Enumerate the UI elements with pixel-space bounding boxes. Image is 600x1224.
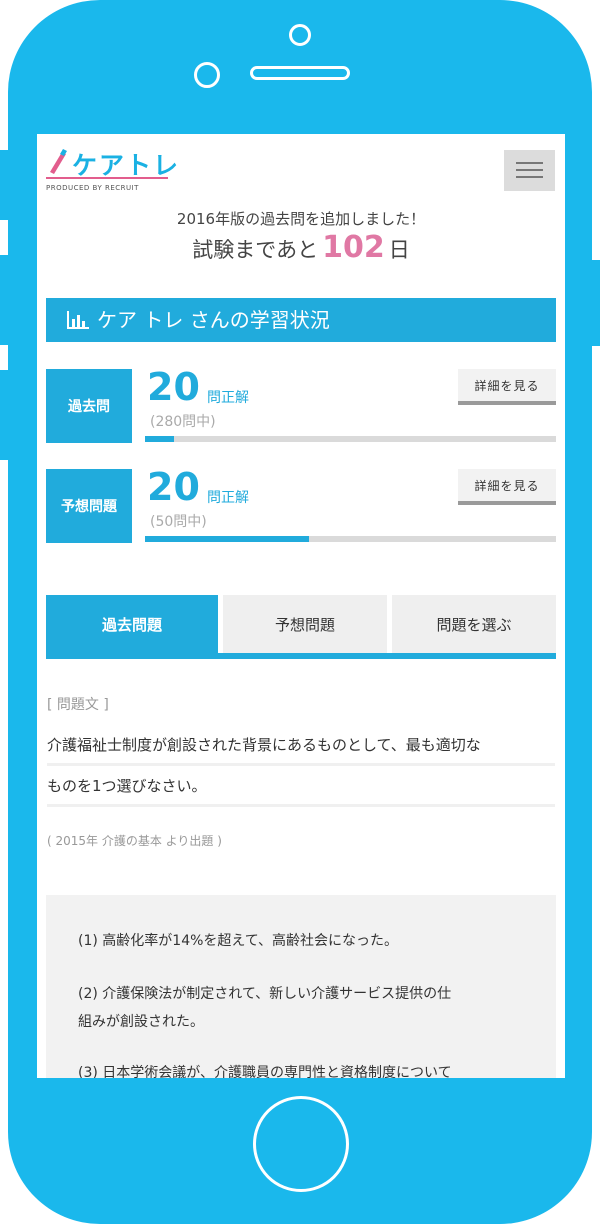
question-text-line: 介護福祉士制度が創設された背景にあるものとして、最も適切な — [47, 736, 481, 754]
learning-status-title: ケア トレ さんの学習状況 — [97, 308, 330, 332]
progress-track — [145, 436, 556, 442]
total-questions: (50問中) — [150, 514, 207, 530]
correct-unit: 問正解 — [207, 490, 249, 506]
home-button[interactable] — [253, 1096, 349, 1192]
choice-item[interactable]: (1) 高齢化率が14%を超えて、高齢社会になった。 — [78, 927, 528, 955]
side-button-middle — [0, 255, 10, 345]
tab-past-questions[interactable]: 過去問題 — [46, 595, 218, 653]
bar-chart-icon — [67, 311, 89, 329]
menu-line-icon — [516, 169, 543, 171]
choice-text-line: (1) 高齢化率が14%を超えて、高齢社会になった。 — [78, 933, 398, 949]
phone-screen: ケアトレ PRODUCED BY RECRUIT 2016年版の過去問を追加しま… — [37, 134, 565, 1078]
question-source: ( 2015年 介護の基本 より出題 ) — [47, 834, 222, 848]
progress-fill — [145, 436, 175, 442]
choice-item[interactable]: (2) 介護保険法が制定されて、新しい介護サービス提供の仕 組みが創設された。 — [78, 980, 528, 1036]
choice-text-line: (3) 日本学術会議が、介護職員の専門性と資格制度について — [78, 1065, 452, 1078]
countdown-suffix: 日 — [388, 238, 410, 262]
total-questions: (280問中) — [150, 414, 216, 430]
countdown-prefix: 試験まであと — [192, 238, 319, 262]
hamburger-menu-button[interactable] — [504, 150, 555, 191]
progress-fill — [145, 536, 310, 542]
question-tabs: 過去問題 予想問題 問題を選ぶ — [46, 595, 556, 659]
choice-text-line: 組みが創設された。 — [78, 1014, 204, 1030]
side-button-top — [0, 150, 10, 220]
front-camera-icon — [289, 24, 311, 46]
correct-count: 20 — [147, 365, 200, 409]
question-divider — [47, 763, 555, 766]
power-button — [590, 260, 600, 346]
correct-unit: 問正解 — [207, 390, 249, 406]
learning-status-header: ケア トレ さんの学習状況 — [46, 298, 556, 342]
speaker-grille — [250, 66, 350, 80]
menu-line-icon — [516, 176, 543, 178]
card-label: 予想問題 — [46, 469, 132, 543]
logo-underline — [46, 177, 168, 179]
detail-button[interactable]: 詳細を見る — [458, 369, 556, 405]
site-logo[interactable]: ケアトレ PRODUCED BY RECRUIT — [46, 146, 186, 196]
tab-predicted-questions[interactable]: 予想問題 — [223, 595, 387, 653]
question-divider — [47, 804, 555, 807]
update-notice[interactable]: 2016年版の過去問を追加しました！ — [37, 208, 565, 230]
tabs-underline — [46, 653, 556, 659]
answer-choices: (1) 高齢化率が14%を超えて、高齢社会になった。 (2) 介護保険法が制定さ… — [46, 895, 556, 1078]
question-text-line: ものを1つ選びなさい。 — [47, 777, 207, 795]
choice-item[interactable]: (3) 日本学術会議が、介護職員の専門性と資格制度について — [78, 1059, 528, 1078]
correct-count: 20 — [147, 465, 200, 509]
detail-button[interactable]: 詳細を見る — [458, 469, 556, 505]
site-header: ケアトレ PRODUCED BY RECRUIT — [37, 134, 565, 202]
predicted-exam-card: 予想問題 20 問正解 (50問中) 詳細を見る — [46, 465, 556, 543]
sensor-icon — [194, 62, 220, 88]
question-label: [ 問題文 ] — [47, 697, 109, 713]
pencil-icon — [50, 149, 67, 174]
logo-subtitle: PRODUCED BY RECRUIT — [46, 184, 139, 192]
phone-frame: ケアトレ PRODUCED BY RECRUIT 2016年版の過去問を追加しま… — [0, 0, 600, 1224]
card-label: 過去問 — [46, 369, 132, 443]
countdown-days: 102 — [322, 230, 385, 265]
choice-text-line: (2) 介護保険法が制定されて、新しい介護サービス提供の仕 — [78, 986, 452, 1002]
menu-line-icon — [516, 162, 543, 164]
past-exam-card: 過去問 20 問正解 (280問中) 詳細を見る — [46, 365, 556, 443]
tab-choose-questions[interactable]: 問題を選ぶ — [392, 595, 556, 653]
exam-countdown: 試験まであと 102 日 — [37, 230, 565, 266]
progress-track — [145, 536, 556, 542]
side-button-bottom — [0, 370, 10, 460]
